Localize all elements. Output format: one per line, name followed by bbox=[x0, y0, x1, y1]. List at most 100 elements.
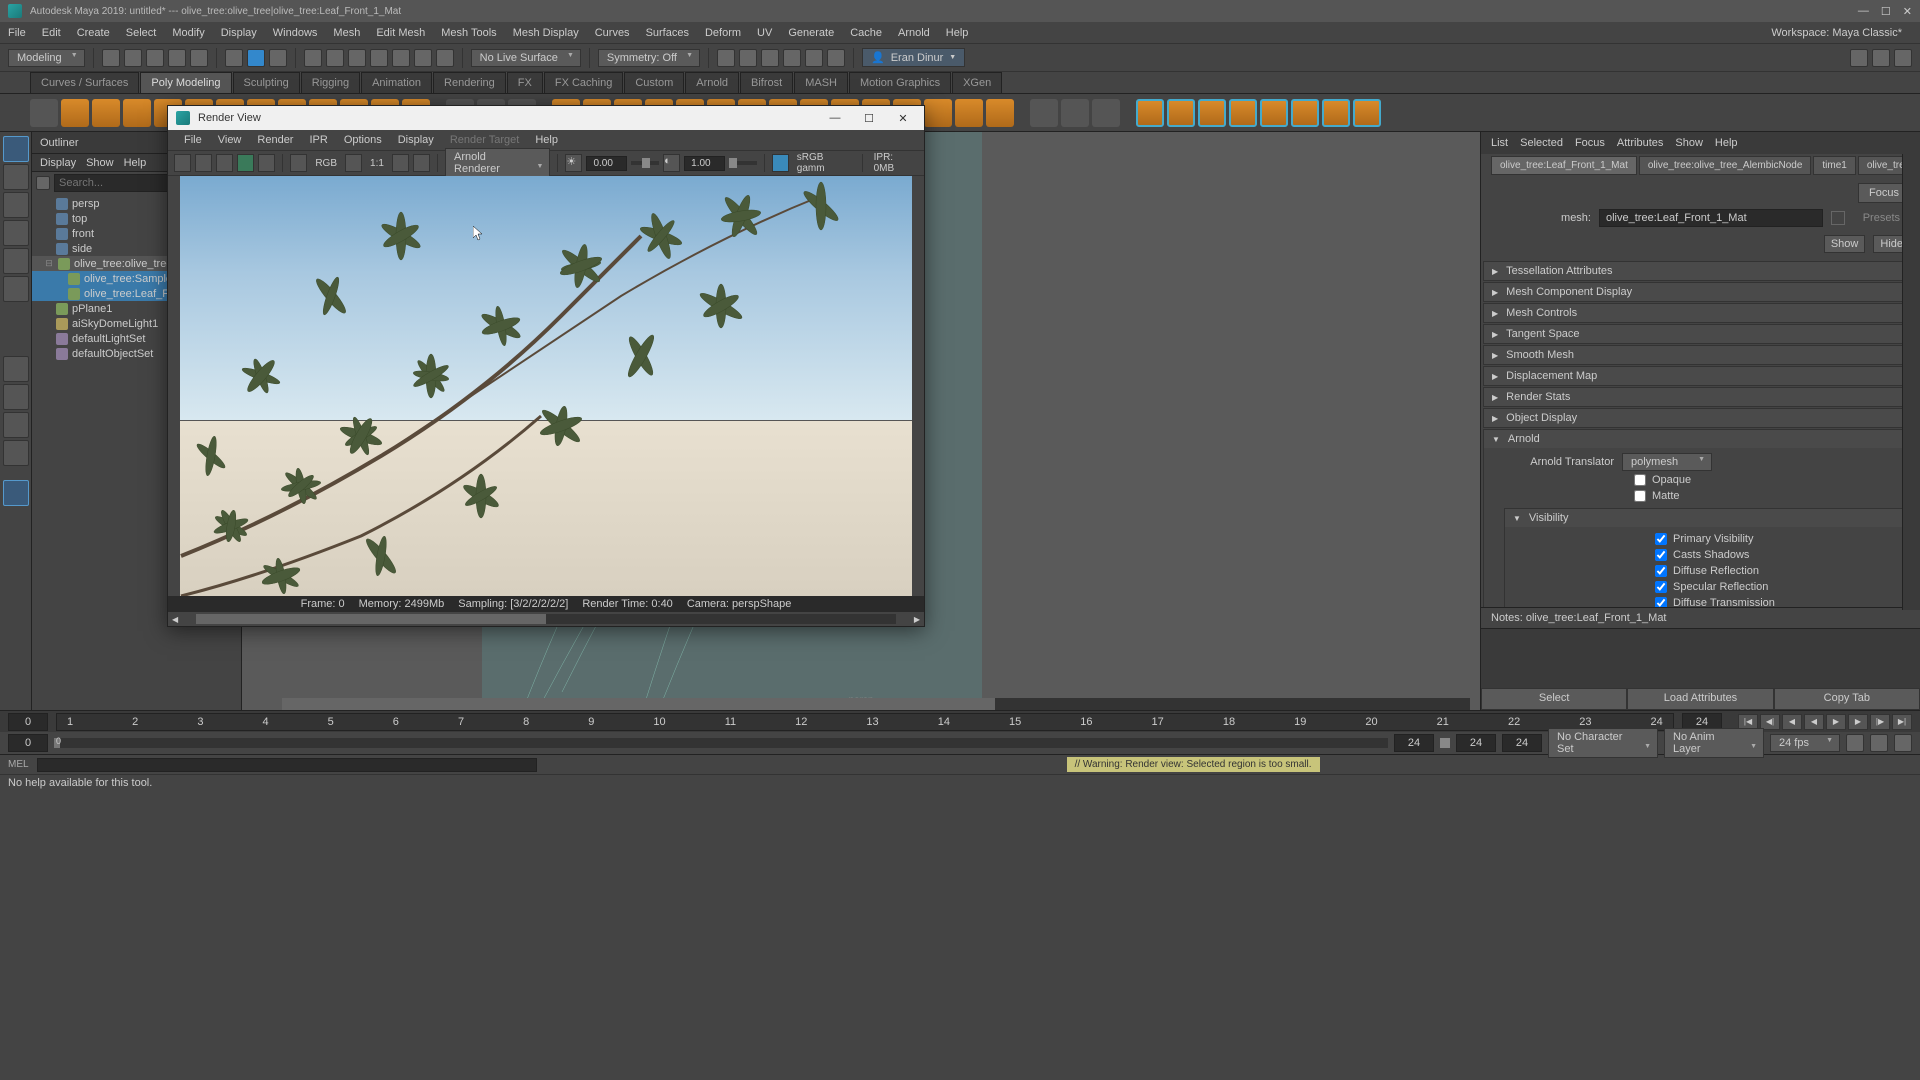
menu-surfaces[interactable]: Surfaces bbox=[638, 27, 697, 39]
fill-hole-icon[interactable] bbox=[924, 99, 952, 127]
render-scrollbar[interactable]: ◀ ▶ bbox=[168, 612, 924, 626]
minimize-icon[interactable]: — bbox=[1858, 5, 1869, 18]
matte-checkbox[interactable] bbox=[1634, 490, 1646, 502]
menu-cache[interactable]: Cache bbox=[842, 27, 890, 39]
menuset-dropdown[interactable]: Modeling bbox=[8, 49, 85, 67]
scroll-right-icon[interactable]: ▶ bbox=[910, 615, 924, 624]
poly-sphere-icon[interactable] bbox=[61, 99, 89, 127]
user-name[interactable]: Eran Dinur bbox=[891, 52, 944, 64]
menu-edit[interactable]: Edit bbox=[34, 27, 69, 39]
prefs-icon[interactable] bbox=[1894, 734, 1912, 752]
move-tool-icon[interactable] bbox=[3, 220, 29, 246]
menu-editmesh[interactable]: Edit Mesh bbox=[368, 27, 433, 39]
goto-end-icon[interactable]: ▶| bbox=[1892, 714, 1912, 730]
command-input[interactable] bbox=[37, 758, 537, 772]
shelf-tab-polymodeling[interactable]: Poly Modeling bbox=[140, 72, 231, 93]
ipr-icon[interactable] bbox=[805, 49, 823, 67]
symmetry-dropdown[interactable]: Symmetry: Off bbox=[598, 49, 700, 67]
shelf-tab-sculpting[interactable]: Sculpting bbox=[233, 72, 300, 93]
attr-scrollbar[interactable] bbox=[1902, 154, 1920, 610]
gamma-icon[interactable]: ◐ bbox=[663, 154, 680, 172]
section-arnold[interactable]: ▼Arnold bbox=[1484, 430, 1911, 448]
outliner-display-menu[interactable]: Display bbox=[40, 157, 76, 169]
paint-tool-icon[interactable] bbox=[3, 192, 29, 218]
menu-curves[interactable]: Curves bbox=[587, 27, 638, 39]
shelf-tab-motiongraphics[interactable]: Motion Graphics bbox=[849, 72, 951, 93]
connection-icon[interactable] bbox=[1831, 211, 1845, 225]
edge-tool-icon[interactable] bbox=[1030, 99, 1058, 127]
attr-tab-list[interactable]: List bbox=[1491, 137, 1508, 149]
section-tessellation[interactable]: ▶Tessellation Attributes bbox=[1484, 262, 1911, 280]
new-scene-icon[interactable] bbox=[102, 49, 120, 67]
bool-union-icon[interactable] bbox=[1136, 99, 1164, 127]
menu-help[interactable]: Help bbox=[938, 27, 977, 39]
colorspace-icon[interactable] bbox=[772, 154, 789, 172]
range-start-input[interactable] bbox=[8, 734, 48, 752]
channel-icon[interactable] bbox=[345, 154, 362, 172]
render-view-window[interactable]: Render View — ☐ ✕ File View Render IPR O… bbox=[167, 105, 925, 627]
render-settings2-icon[interactable] bbox=[290, 154, 307, 172]
render-view-titlebar[interactable]: Render View — ☐ ✕ bbox=[168, 106, 924, 130]
poly-cylinder-icon[interactable] bbox=[123, 99, 151, 127]
specrefl-checkbox[interactable] bbox=[1655, 581, 1667, 593]
rv-menu-options[interactable]: Options bbox=[336, 134, 390, 146]
bool-tool4-icon[interactable] bbox=[1229, 99, 1257, 127]
attr-tab-focus[interactable]: Focus bbox=[1575, 137, 1605, 149]
layout-single-icon[interactable] bbox=[3, 356, 29, 382]
lasso-icon[interactable] bbox=[269, 49, 287, 67]
menu-meshdisplay[interactable]: Mesh Display bbox=[505, 27, 587, 39]
shelf-tab-animation[interactable]: Animation bbox=[361, 72, 432, 93]
shelf-toggle-icon[interactable] bbox=[30, 99, 58, 127]
show-button[interactable]: Show bbox=[1824, 235, 1866, 253]
snap-live-icon[interactable] bbox=[392, 49, 410, 67]
shelf-tab-curves[interactable]: Curves / Surfaces bbox=[30, 72, 139, 93]
rv-menu-help[interactable]: Help bbox=[527, 134, 566, 146]
save-scene-icon[interactable] bbox=[146, 49, 164, 67]
notes-textarea[interactable] bbox=[1481, 628, 1920, 688]
shelf-tab-rendering[interactable]: Rendering bbox=[433, 72, 506, 93]
maximize-icon[interactable]: ☐ bbox=[1881, 5, 1891, 18]
menu-uv[interactable]: UV bbox=[749, 27, 780, 39]
attr-tab-help[interactable]: Help bbox=[1715, 137, 1738, 149]
frame-start-input[interactable] bbox=[8, 713, 48, 731]
edge-tool3-icon[interactable] bbox=[1092, 99, 1120, 127]
render-icon[interactable] bbox=[761, 49, 779, 67]
section-visibility[interactable]: ▼Visibility bbox=[1505, 509, 1902, 527]
range-end-input[interactable] bbox=[1502, 734, 1542, 752]
bool-inter-icon[interactable] bbox=[1198, 99, 1226, 127]
bool-tool6-icon[interactable] bbox=[1291, 99, 1319, 127]
shelf-tab-custom[interactable]: Custom bbox=[624, 72, 684, 93]
key-fwd-icon[interactable]: ▶ bbox=[1848, 714, 1868, 730]
render-anim-icon[interactable] bbox=[258, 154, 275, 172]
rv-menu-file[interactable]: File bbox=[176, 134, 210, 146]
primvis-checkbox[interactable] bbox=[1655, 533, 1667, 545]
attr-tab-selected[interactable]: Selected bbox=[1520, 137, 1563, 149]
node-tab-time[interactable]: time1 bbox=[1813, 156, 1855, 175]
menu-generate[interactable]: Generate bbox=[780, 27, 842, 39]
snap-curve-icon[interactable] bbox=[326, 49, 344, 67]
bool-tool5-icon[interactable] bbox=[1260, 99, 1288, 127]
scale-tool-icon[interactable] bbox=[3, 276, 29, 302]
menu-select[interactable]: Select bbox=[118, 27, 165, 39]
exposure-slider[interactable] bbox=[631, 161, 659, 165]
shelf-tab-mash[interactable]: MASH bbox=[794, 72, 848, 93]
live-surface-dropdown[interactable]: No Live Surface bbox=[471, 49, 581, 67]
ipr-start-icon[interactable] bbox=[237, 154, 254, 172]
menu-deform[interactable]: Deform bbox=[697, 27, 749, 39]
pause-icon[interactable] bbox=[827, 49, 845, 67]
play-fwd-icon[interactable]: ▶ bbox=[1826, 714, 1846, 730]
maximize-icon[interactable]: ☐ bbox=[856, 112, 882, 125]
shelf-tab-arnold[interactable]: Arnold bbox=[685, 72, 739, 93]
fps-dropdown[interactable]: 24 fps bbox=[1770, 734, 1840, 752]
close-icon[interactable]: ✕ bbox=[890, 112, 916, 125]
translator-dropdown[interactable]: polymesh bbox=[1622, 453, 1712, 471]
workspace-dropdown[interactable]: Maya Classic* bbox=[1832, 27, 1902, 39]
scroll-left-icon[interactable]: ◀ bbox=[168, 615, 182, 624]
attr-icon[interactable] bbox=[1872, 49, 1890, 67]
section-renderstats[interactable]: ▶Render Stats bbox=[1484, 388, 1911, 406]
attr-tab-show[interactable]: Show bbox=[1675, 137, 1703, 149]
node-tab-alembic[interactable]: olive_tree:olive_tree_AlembicNode bbox=[1639, 156, 1812, 175]
section-meshcomp[interactable]: ▶Mesh Component Display bbox=[1484, 283, 1911, 301]
rv-menu-display[interactable]: Display bbox=[390, 134, 442, 146]
snap-grid-icon[interactable] bbox=[304, 49, 322, 67]
